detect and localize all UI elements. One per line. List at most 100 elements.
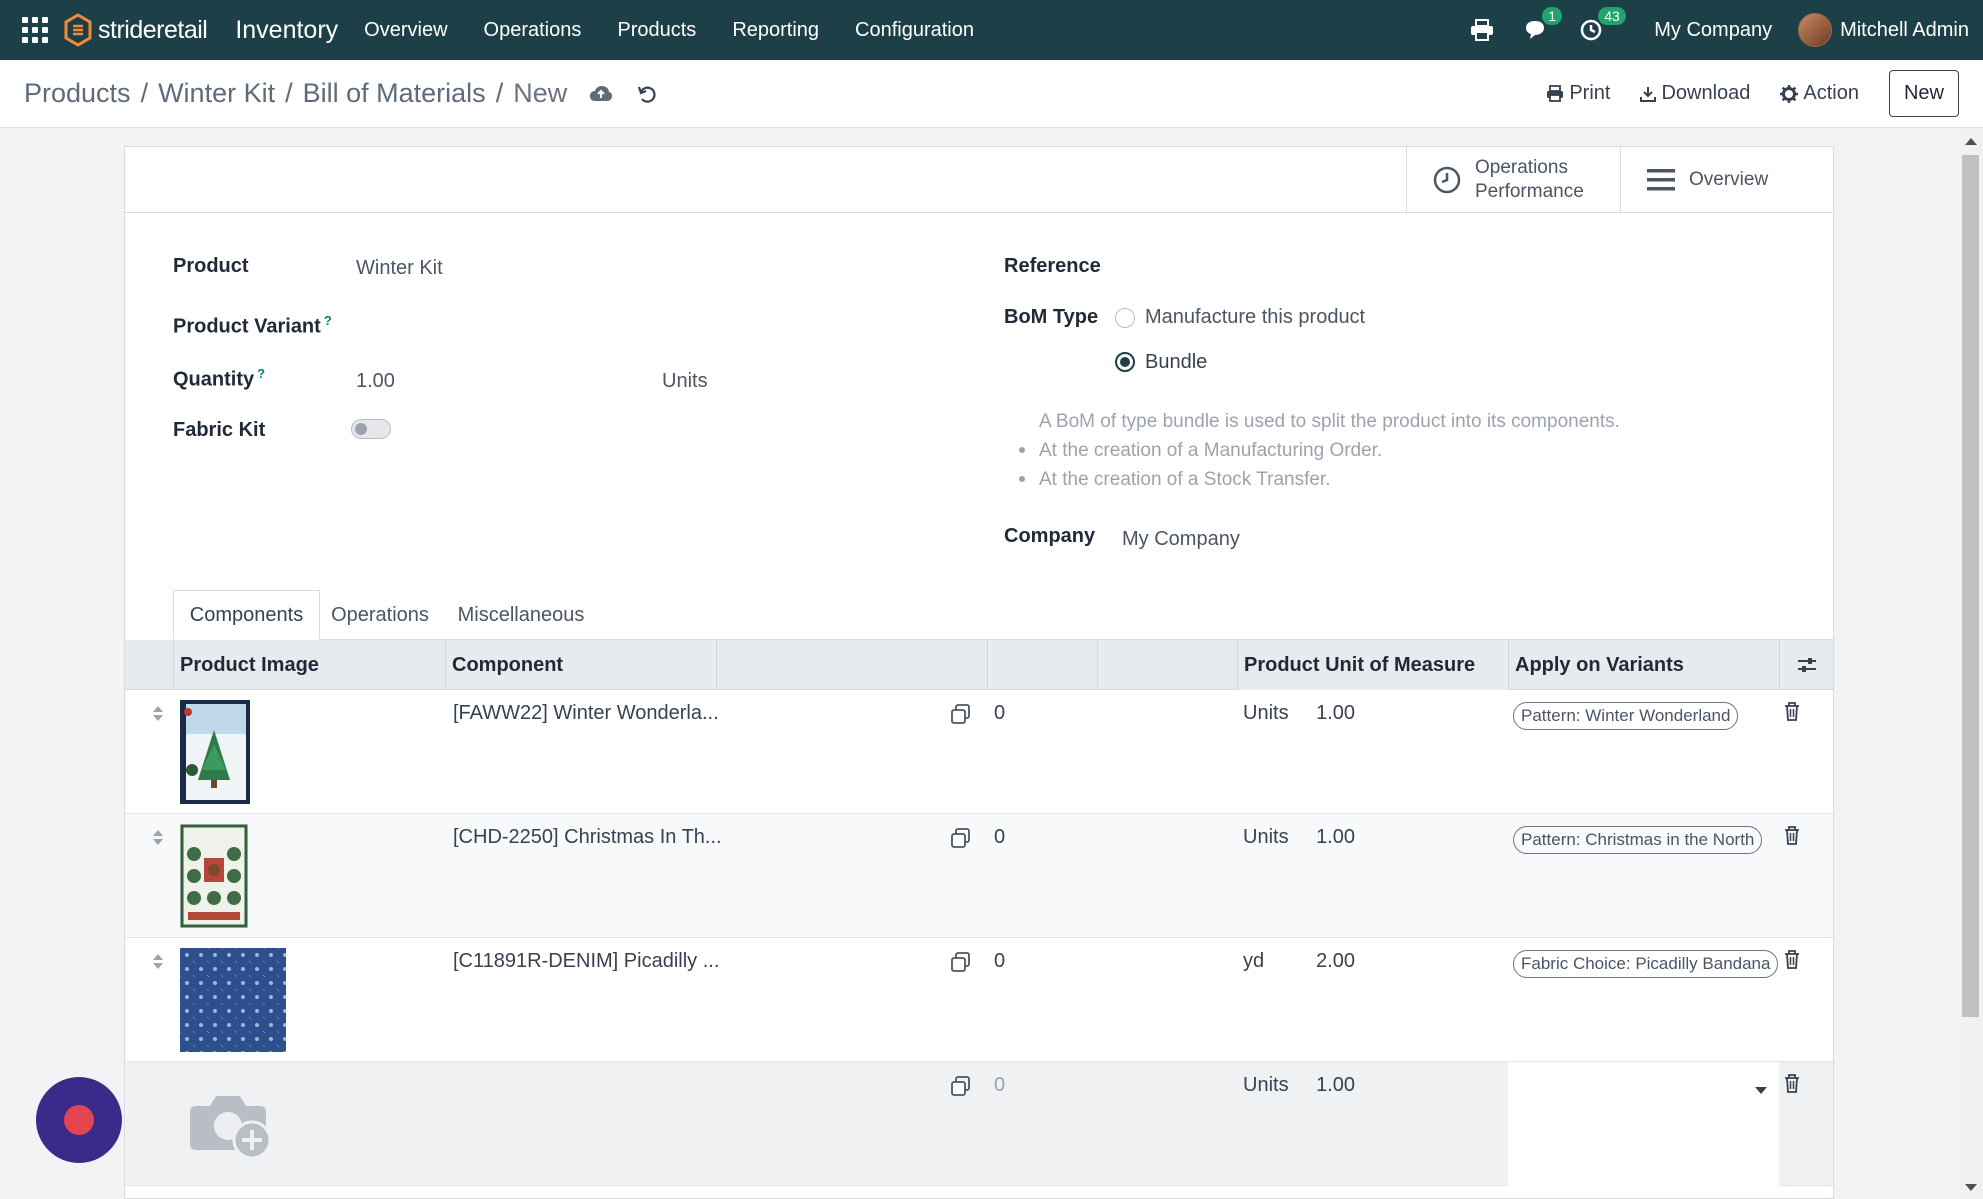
list-bars-icon xyxy=(1647,169,1675,191)
col-component[interactable]: Component xyxy=(445,640,716,690)
product-variant-field[interactable] xyxy=(356,311,736,339)
reference-field[interactable] xyxy=(1120,253,1720,281)
company-field[interactable]: My Company xyxy=(1122,528,1240,551)
main-menu: Overview Operations Products Reporting C… xyxy=(364,19,1010,42)
menu-reporting[interactable]: Reporting xyxy=(732,19,819,42)
menu-overview[interactable]: Overview xyxy=(364,19,447,42)
bom-type-bundle-label[interactable]: Bundle xyxy=(1145,351,1207,374)
col-product-image[interactable]: Product Image xyxy=(173,640,379,690)
activities-badge: 43 xyxy=(1598,7,1626,25)
bom-help-intro: A BoM of type bundle is used to split th… xyxy=(1039,411,1620,432)
company-label: Company xyxy=(1004,525,1096,547)
component-name[interactable]: [C11891R-DENIM] Picadilly ... xyxy=(453,950,719,973)
quantity-label: Quantity? xyxy=(173,366,265,392)
scroll-up-arrow-icon[interactable] xyxy=(1965,138,1977,145)
page-scrollbar[interactable] xyxy=(1958,129,1983,1199)
product-image-picadilly-denim[interactable] xyxy=(180,948,286,1052)
component-name[interactable]: [FAWW22] Winter Wonderla... xyxy=(453,702,719,725)
top-navbar: stride retail Inventory Overview Operatio… xyxy=(0,0,1983,60)
col-apply-on-variants[interactable]: Apply on Variants xyxy=(1508,640,1779,690)
save-cloud-icon[interactable] xyxy=(589,85,613,103)
company-switcher[interactable]: My Company xyxy=(1654,19,1772,42)
menu-products[interactable]: Products xyxy=(617,19,696,42)
help-tooltip-icon[interactable]: ? xyxy=(257,366,265,381)
drag-handle-icon[interactable] xyxy=(153,954,163,972)
help-tooltip-icon[interactable]: ? xyxy=(324,313,332,328)
action-label: Action xyxy=(1803,82,1859,104)
overview-button[interactable]: Overview xyxy=(1620,147,1833,213)
component-uom[interactable]: Units xyxy=(1243,826,1289,849)
bullet xyxy=(1019,476,1025,482)
col-uom[interactable]: Product Unit of Measure xyxy=(1237,640,1508,690)
table-row[interactable]: [C11891R-DENIM] Picadilly ... 0 2.00 yd … xyxy=(125,938,1833,1062)
app-grid-icon[interactable] xyxy=(22,17,48,43)
messages-icon[interactable]: 1 xyxy=(1524,7,1563,41)
control-panel: Products / Winter Kit / Bill of Material… xyxy=(0,60,1983,128)
quantity-uom-field[interactable]: Units xyxy=(662,370,708,393)
breadcrumb-separator: / xyxy=(140,78,149,108)
bom-type-bundle-radio[interactable] xyxy=(1115,352,1135,372)
screen-record-button[interactable] xyxy=(36,1077,122,1163)
app-name[interactable]: Inventory xyxy=(235,16,338,45)
variant-tag[interactable]: Pattern: Winter Wonderland xyxy=(1513,702,1739,730)
dropdown-caret-icon[interactable] xyxy=(1755,1087,1767,1094)
variant-tag[interactable]: Pattern: Christmas in the North xyxy=(1513,826,1763,854)
variant-tag[interactable]: Fabric Choice: Picadilly Bandana xyxy=(1513,950,1779,978)
component-name[interactable]: [CHD-2250] Christmas In Th... xyxy=(453,826,722,849)
breadcrumb-products[interactable]: Products xyxy=(24,78,131,109)
record-dot-icon xyxy=(64,1105,94,1135)
scroll-down-arrow-icon[interactable] xyxy=(1965,1184,1977,1191)
new-button[interactable]: New xyxy=(1888,70,1959,117)
menu-configuration[interactable]: Configuration xyxy=(855,19,974,42)
print-button[interactable]: Print xyxy=(1546,82,1610,105)
discard-undo-icon[interactable] xyxy=(637,84,657,104)
copy-duplicate-icon[interactable] xyxy=(951,1076,971,1096)
optional-columns-toggle[interactable] xyxy=(1779,640,1833,690)
component-uom[interactable]: yd xyxy=(1243,950,1264,973)
table-row[interactable]: [FAWW22] Winter Wonderla... 0 1.00 Units… xyxy=(125,690,1833,814)
trash-icon[interactable] xyxy=(1784,702,1800,721)
bom-help-item-2: At the creation of a Stock Transfer. xyxy=(1039,469,1331,490)
action-menu-button[interactable]: Action xyxy=(1780,82,1859,105)
trash-icon[interactable] xyxy=(1784,1074,1800,1093)
tab-components[interactable]: Components xyxy=(173,590,320,640)
copy-duplicate-icon[interactable] xyxy=(951,952,971,972)
activities-clock-icon[interactable]: 43 xyxy=(1580,7,1626,41)
product-image-winter-wonderland[interactable] xyxy=(180,700,250,804)
table-row-new-line[interactable]: 0 1.00 Units xyxy=(125,1062,1833,1186)
menu-operations[interactable]: Operations xyxy=(484,19,582,42)
table-row[interactable]: [CHD-2250] Christmas In Th... 0 1.00 Uni… xyxy=(125,814,1833,938)
breadcrumb-bom[interactable]: Bill of Materials xyxy=(303,78,486,109)
drag-handle-icon[interactable] xyxy=(153,706,163,724)
product-field[interactable]: Winter Kit xyxy=(356,257,443,280)
bom-type-label: BoM Type xyxy=(1004,306,1099,328)
breadcrumb-winter-kit[interactable]: Winter Kit xyxy=(158,78,275,109)
bom-type-manufacture-label[interactable]: Manufacture this product xyxy=(1145,306,1365,329)
trash-icon[interactable] xyxy=(1784,950,1800,969)
user-avatar[interactable] xyxy=(1798,13,1833,47)
tab-miscellaneous[interactable]: Miscellaneous xyxy=(442,590,600,640)
tab-operations[interactable]: Operations xyxy=(324,590,436,640)
user-menu[interactable]: Mitchell Admin xyxy=(1840,19,1969,42)
scroll-thumb[interactable] xyxy=(1962,155,1979,1017)
printer-icon[interactable] xyxy=(1470,19,1494,41)
brand-name-part2: retail xyxy=(156,15,208,44)
operations-performance-line2: Performance xyxy=(1475,181,1584,202)
download-button[interactable]: Download xyxy=(1640,82,1750,105)
drag-handle-icon[interactable] xyxy=(153,830,163,848)
copy-duplicate-icon[interactable] xyxy=(951,704,971,724)
new-line-uom[interactable]: Units xyxy=(1243,1074,1289,1097)
bom-type-manufacture-radio[interactable] xyxy=(1115,308,1135,328)
component-uom[interactable]: Units xyxy=(1243,702,1289,725)
trash-icon[interactable] xyxy=(1784,826,1800,845)
apply-on-variants-input[interactable] xyxy=(1508,1062,1779,1186)
add-image-camera-icon[interactable] xyxy=(190,1088,274,1160)
fabric-kit-toggle[interactable] xyxy=(351,419,391,439)
quantity-field[interactable]: 1.00 xyxy=(356,370,395,393)
copy-duplicate-icon[interactable] xyxy=(951,828,971,848)
brand-logo[interactable]: stride retail xyxy=(64,13,208,47)
product-image-christmas-north[interactable] xyxy=(180,824,248,928)
operations-performance-button[interactable]: Operations Performance xyxy=(1406,147,1620,213)
sliders-icon xyxy=(1797,658,1816,672)
product-variant-label-text: Product Variant xyxy=(173,315,321,338)
